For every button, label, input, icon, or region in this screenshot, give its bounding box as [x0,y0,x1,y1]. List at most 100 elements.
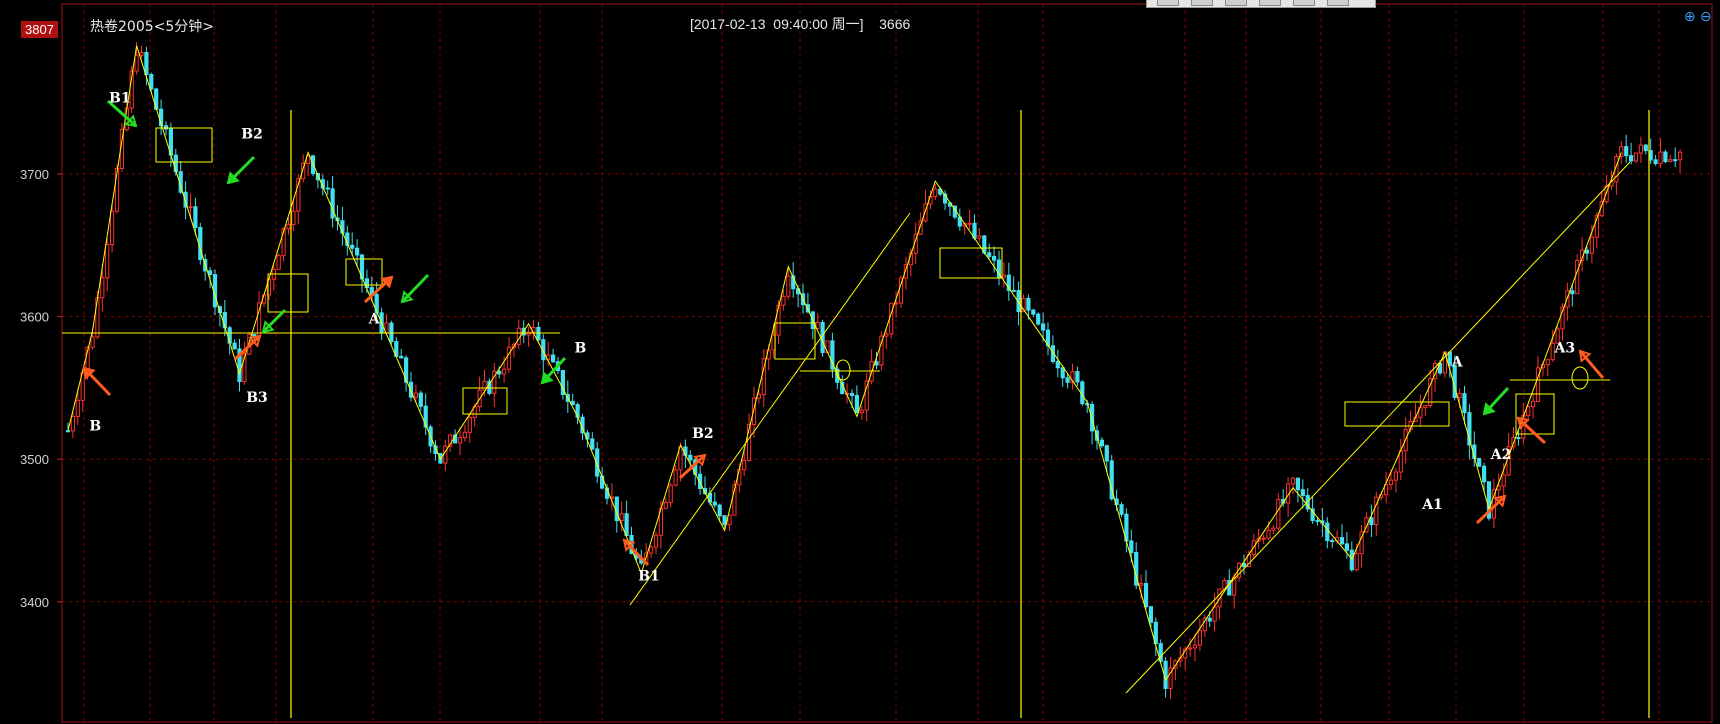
candle-down [536,326,541,341]
candle-down [849,393,855,396]
current-price-tag: 3807 [21,21,58,38]
candle-up [1001,274,1006,278]
candle-down [418,392,423,407]
candle-down [1036,313,1041,325]
candle-down [1207,617,1212,622]
toolbar-button-6[interactable] [1327,0,1349,6]
candle-up [134,54,139,72]
toolbar-button-3[interactable] [1225,0,1247,6]
green-arrow-shaft [400,273,430,304]
candle-up [1658,151,1663,165]
annotation-label: B [89,419,101,435]
candle-up [139,52,144,56]
candle-down [1673,159,1678,162]
candle-up [502,368,507,375]
candle-up [1290,477,1296,485]
candle-up [1354,553,1359,571]
candle-down [1295,477,1301,491]
toolbar-button-4[interactable] [1259,0,1281,6]
candle-up [1398,450,1403,473]
candle-down [208,270,213,276]
candle-up [781,295,786,306]
annotation-label: A2 [1490,447,1512,463]
candle-up [884,333,889,337]
candle-up [1192,644,1198,649]
candle-down [1653,159,1658,165]
candle-up [1423,404,1428,409]
candle-down [854,394,859,414]
candle-down [1300,489,1305,497]
candle-up [673,469,678,486]
candle-up [786,275,791,297]
candle-up [467,417,472,433]
candle-up [668,484,673,503]
candle-down [330,188,335,219]
candle-down [1570,290,1575,295]
candle-down [399,355,404,359]
y-tick-label: 3600 [20,310,49,325]
candle-down [65,430,71,433]
candle-up [506,346,512,370]
zigzag-line [67,45,1622,682]
candle-down [1143,583,1149,608]
annotation-label: A1 [1421,497,1443,513]
zoom-out-icon[interactable]: ⊖ [1700,8,1712,25]
candle-down [717,504,722,517]
candle-down [1349,549,1354,571]
toolbar-button-2[interactable] [1191,0,1213,6]
candle-up [1638,144,1644,154]
candle-down [497,370,502,375]
candle-down [232,342,237,350]
candle-down [1055,360,1060,369]
candle-down [722,515,727,526]
candle-up [859,409,864,414]
candle-down [1041,323,1046,331]
candle-up [462,431,467,439]
candle-up [413,392,418,398]
candle-down [1663,151,1668,163]
candle-down [688,454,693,461]
candle-down [1060,367,1065,379]
toolbar-button-1[interactable] [1157,0,1179,6]
candle-down [1075,371,1080,383]
candle-up [188,206,193,209]
candle-down [1477,457,1482,467]
candle-down [1104,445,1109,462]
candle-up [1188,647,1193,650]
candle-up [291,210,296,226]
candle-down [1629,155,1634,162]
consolidation-box [939,247,1003,279]
candle-down [1031,309,1036,315]
candle-up [1271,527,1276,531]
candle-up [110,210,115,245]
candle-up [1668,159,1673,163]
candle-up [1212,606,1217,622]
candle-down [149,74,154,90]
candle-up [457,437,463,444]
annotation-label: B [575,340,587,356]
candle-up [276,255,281,270]
candle-up [1276,498,1281,529]
candle-down [355,247,360,256]
candle-up [100,277,105,299]
candle-up [776,304,781,336]
candle-up [1589,236,1595,254]
candle-down [1325,522,1330,542]
zoom-in-icon[interactable]: ⊕ [1684,8,1696,25]
candle-down [350,244,355,249]
candle-down [1119,504,1124,515]
annotation-label: A [368,312,381,328]
marker-circle [1571,366,1589,390]
candle-up [967,222,972,225]
candle-down [987,252,992,257]
candle-up [653,534,659,548]
y-tick-label: 3500 [20,452,49,467]
candle-up [70,416,76,432]
candle-down [1315,520,1320,523]
toolbar-button-5[interactable] [1293,0,1315,6]
candle-up [1388,479,1394,486]
candle-up [1139,583,1144,586]
candle-up [1197,630,1203,646]
annotation-label: B3 [246,390,268,406]
candle-down [1482,465,1487,483]
